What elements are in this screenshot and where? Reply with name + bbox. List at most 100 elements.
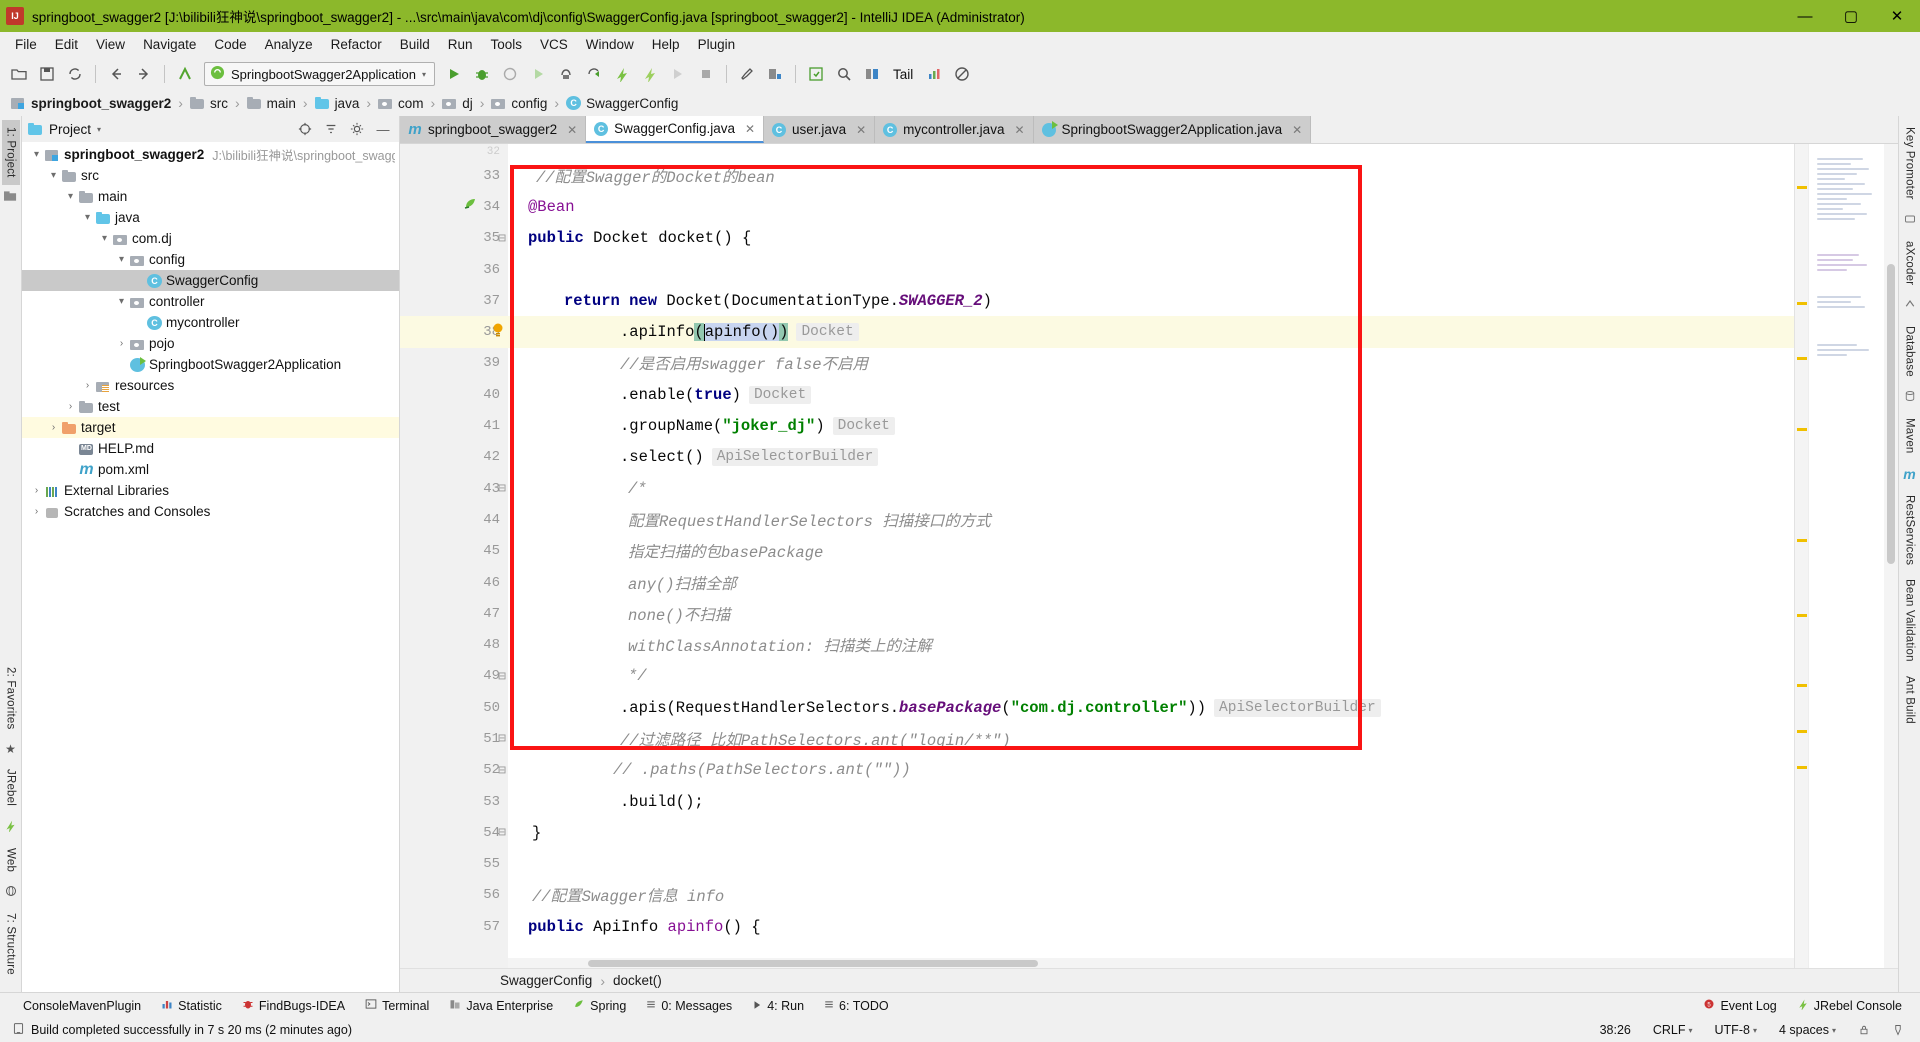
- run-configuration-selector[interactable]: SpringbootSwagger2Application ▾: [204, 62, 436, 86]
- sidebar-item-ant-build[interactable]: Ant Build: [1901, 669, 1919, 731]
- footer-breadcrumb-class[interactable]: SwaggerConfig: [500, 973, 592, 988]
- code-line-41[interactable]: .groupName("joker_dj") Docket: [508, 410, 1794, 441]
- maximize-button[interactable]: ▢: [1828, 0, 1874, 32]
- web-icon[interactable]: [5, 879, 17, 906]
- sidebar-item-maven[interactable]: Maven: [1901, 411, 1919, 461]
- fold-icon[interactable]: ⊟: [498, 231, 506, 246]
- save-icon[interactable]: [34, 62, 60, 86]
- code-line-49[interactable]: */: [508, 661, 1794, 692]
- twisty-icon[interactable]: ▾: [62, 191, 79, 202]
- code-line-55[interactable]: [508, 849, 1794, 880]
- close-icon[interactable]: ✕: [567, 123, 577, 137]
- tree-row-main[interactable]: ▾ main: [22, 186, 399, 207]
- menu-build[interactable]: Build: [391, 34, 439, 55]
- tool-window-java-enterprise[interactable]: Java Enterprise: [439, 995, 563, 1016]
- menu-vcs[interactable]: VCS: [531, 34, 577, 55]
- twisty-icon[interactable]: ›: [62, 401, 79, 412]
- inspection-icon[interactable]: [1884, 1024, 1912, 1036]
- fold-icon[interactable]: ⊟: [498, 763, 506, 778]
- menu-view[interactable]: View: [87, 34, 134, 55]
- rerun-icon[interactable]: [581, 62, 607, 86]
- code-line-54[interactable]: }: [508, 817, 1794, 848]
- twisty-icon[interactable]: ›: [45, 422, 62, 433]
- breadcrumb-item-config[interactable]: config: [488, 96, 550, 111]
- twisty-icon[interactable]: ▾: [96, 233, 113, 244]
- lock-icon[interactable]: [1850, 1024, 1878, 1036]
- tool-window-todo[interactable]: 6: TODO: [814, 996, 899, 1016]
- sidebar-item-jrebel[interactable]: JRebel: [2, 762, 20, 813]
- scroll-from-source-icon[interactable]: [295, 119, 315, 139]
- tree-row-pojo[interactable]: › pojo: [22, 333, 399, 354]
- editor-viewport[interactable]: 32 33 34 35 ⊟ 36 37 38 39 40 41 42 43 ⊟ …: [400, 144, 1898, 968]
- close-icon[interactable]: ✕: [745, 122, 755, 136]
- compare-icon[interactable]: [859, 62, 885, 86]
- debug-icon[interactable]: [469, 62, 495, 86]
- sidebar-item-project[interactable]: 1: Project: [1, 120, 20, 185]
- code-line-34[interactable]: @Bean: [508, 191, 1794, 222]
- no-entry-icon[interactable]: [949, 62, 975, 86]
- tree-row-test[interactable]: › test: [22, 396, 399, 417]
- editor-vertical-scrollbar[interactable]: [1884, 144, 1898, 968]
- jrebel-debug-icon[interactable]: [637, 62, 663, 86]
- caret-position[interactable]: 38:26: [1592, 1023, 1639, 1037]
- run-with-coverage-icon[interactable]: [497, 62, 523, 86]
- close-button[interactable]: ✕: [1874, 0, 1920, 32]
- sidebar-item-key-promoter[interactable]: Key Promoter: [1901, 120, 1919, 207]
- code-line-45[interactable]: 指定扫描的包basePackage: [508, 536, 1794, 567]
- hide-icon[interactable]: —: [373, 119, 393, 139]
- menu-tools[interactable]: Tools: [482, 34, 532, 55]
- twisty-icon[interactable]: ▾: [79, 212, 96, 223]
- tab-springboot-swagger2[interactable]: springboot_swagger2 ✕: [400, 116, 587, 143]
- status-message[interactable]: Build completed successfully in 7 s 20 m…: [31, 1023, 352, 1037]
- star-icon[interactable]: ★: [5, 736, 16, 762]
- code-line-39[interactable]: //是否启用swagger false不启用: [508, 348, 1794, 379]
- tree-row-resources[interactable]: › resources: [22, 375, 399, 396]
- tree-row-mycontroller[interactable]: mycontroller: [22, 312, 399, 333]
- attach-debugger-icon[interactable]: [553, 62, 579, 86]
- horizontal-scrollbar[interactable]: [508, 958, 1794, 968]
- tab-user-java[interactable]: user.java ✕: [764, 116, 876, 143]
- editor-gutter[interactable]: 32 33 34 35 ⊟ 36 37 38 39 40 41 42 43 ⊟ …: [400, 144, 508, 968]
- tool-window-run[interactable]: 4: Run: [742, 996, 814, 1016]
- code-line-57[interactable]: public ApiInfo apinfo() {: [508, 911, 1794, 942]
- tool-window-spring[interactable]: Spring: [563, 995, 636, 1016]
- tree-row-src[interactable]: ▾ src: [22, 165, 399, 186]
- editor-minimap[interactable]: [1808, 144, 1884, 968]
- close-icon[interactable]: ✕: [1014, 123, 1024, 137]
- menu-analyze[interactable]: Analyze: [256, 34, 322, 55]
- fold-icon[interactable]: ⊟: [498, 481, 506, 496]
- revert-icon[interactable]: [172, 62, 198, 86]
- tool-window-terminal[interactable]: Terminal: [355, 995, 439, 1016]
- indent-selector[interactable]: 4 spaces ▾: [1771, 1023, 1844, 1037]
- code-line-50[interactable]: .apis(RequestHandlerSelectors. basePackag…: [508, 692, 1794, 723]
- tree-row-config[interactable]: ▾ config: [22, 249, 399, 270]
- close-icon[interactable]: ✕: [856, 123, 866, 137]
- code-line-33[interactable]: //配置Swagger的Docket的bean: [508, 160, 1794, 191]
- twisty-icon[interactable]: ▾: [28, 149, 45, 160]
- close-icon[interactable]: ✕: [1292, 123, 1302, 137]
- twisty-icon[interactable]: ›: [79, 380, 96, 391]
- jrebel-icon[interactable]: [4, 813, 17, 841]
- tab-swaggerconfig-java[interactable]: SwaggerConfig.java ✕: [586, 116, 765, 143]
- menu-help[interactable]: Help: [643, 34, 689, 55]
- sync-icon[interactable]: [62, 62, 88, 86]
- chart-icon[interactable]: [921, 62, 947, 86]
- sidebar-item-favorites[interactable]: 2: Favorites: [2, 660, 20, 736]
- tree-row-help-md[interactable]: HELP.md: [22, 438, 399, 459]
- menu-edit[interactable]: Edit: [46, 34, 87, 55]
- fold-icon[interactable]: ⊟: [498, 825, 506, 840]
- gear-icon[interactable]: [347, 119, 367, 139]
- tool-window-messages[interactable]: 0: Messages: [636, 996, 742, 1016]
- axcoder-icon[interactable]: [1904, 292, 1916, 319]
- maven-icon[interactable]: m: [1903, 460, 1915, 488]
- code-line-40[interactable]: .enable(true) Docket: [508, 379, 1794, 410]
- sidebar-item-web[interactable]: Web: [2, 841, 20, 879]
- menu-run[interactable]: Run: [439, 34, 482, 55]
- tool-window-console-maven-plugin[interactable]: ConsoleMavenPlugin: [8, 996, 151, 1016]
- settings-wrench-icon[interactable]: [734, 62, 760, 86]
- tree-row-application[interactable]: SpringbootSwagger2Application: [22, 354, 399, 375]
- tree-row-scratches[interactable]: › Scratches and Consoles: [22, 501, 399, 522]
- forward-arrow-icon[interactable]: [131, 62, 157, 86]
- encoding-selector[interactable]: UTF-8 ▾: [1707, 1023, 1765, 1037]
- breadcrumb-item-src[interactable]: src: [187, 96, 231, 111]
